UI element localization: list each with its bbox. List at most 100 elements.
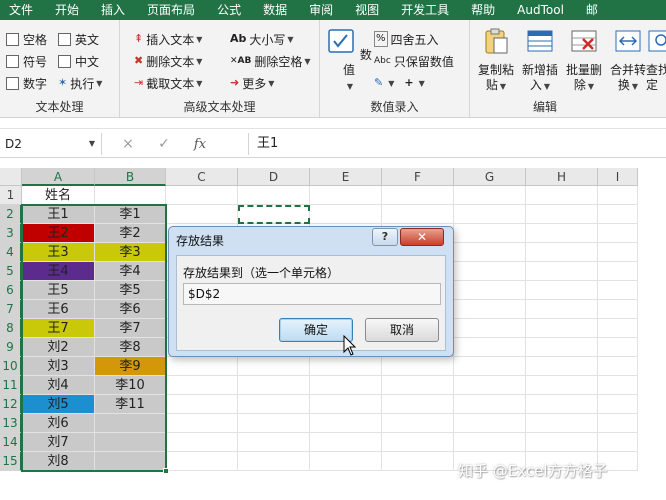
cell-i14[interactable] (598, 433, 638, 452)
tab-audtool[interactable]: AudTool (506, 0, 575, 20)
cell-f11[interactable] (382, 376, 454, 395)
cell-b4[interactable]: 李3 (95, 243, 166, 262)
cell-c2[interactable] (166, 205, 238, 224)
cell-d11[interactable] (238, 376, 310, 395)
cell-b6[interactable]: 李5 (95, 281, 166, 300)
cell-f2[interactable] (382, 205, 454, 224)
cell-d14[interactable] (238, 433, 310, 452)
cell-h13[interactable] (526, 414, 598, 433)
cell-g14[interactable] (454, 433, 526, 452)
extract-text-button[interactable]: ⇥ 截取文本 ▼ (134, 74, 202, 92)
column-header-b[interactable]: B (95, 168, 166, 186)
cell-a1[interactable]: 姓名 (22, 186, 95, 205)
cell-a8[interactable]: 王7 (22, 319, 95, 338)
cell-f15[interactable] (382, 452, 454, 471)
cell-h8[interactable] (526, 319, 598, 338)
column-header-e[interactable]: E (310, 168, 382, 186)
cell-i7[interactable] (598, 300, 638, 319)
cell-a15[interactable]: 刘8 (22, 452, 95, 471)
cell-b13[interactable] (95, 414, 166, 433)
cell-g9[interactable] (454, 338, 526, 357)
cell-c1[interactable] (166, 186, 238, 205)
merge-convert-button[interactable]: 合并转换 ▼ (608, 26, 648, 94)
column-header-d[interactable]: D (238, 168, 310, 186)
check-space[interactable]: 空格 (6, 30, 47, 48)
cell-g5[interactable] (454, 262, 526, 281)
cell-a9[interactable]: 刘2 (22, 338, 95, 357)
tab-help[interactable]: 帮助 (460, 0, 506, 20)
result-cell-input[interactable]: $D$2 (183, 283, 441, 305)
tab-data[interactable]: 数据 (252, 0, 298, 20)
cell-d10[interactable] (238, 357, 310, 376)
cell-g11[interactable] (454, 376, 526, 395)
copy-paste-button[interactable]: 复制粘贴 ▼ (476, 26, 516, 94)
cell-i1[interactable] (598, 186, 638, 205)
cell-g7[interactable] (454, 300, 526, 319)
cell-g8[interactable] (454, 319, 526, 338)
cell-a12[interactable]: 刘5 (22, 395, 95, 414)
remove-space-button[interactable]: ✕AB 删除空格 ▼ (230, 52, 311, 70)
cell-b11[interactable]: 李10 (95, 376, 166, 395)
cell-g12[interactable] (454, 395, 526, 414)
cell-h9[interactable] (526, 338, 598, 357)
cell-e2[interactable] (310, 205, 382, 224)
cell-g10[interactable] (454, 357, 526, 376)
cell-d15[interactable] (238, 452, 310, 471)
cell-f14[interactable] (382, 433, 454, 452)
cell-d12[interactable] (238, 395, 310, 414)
check-english[interactable]: 英文 (58, 30, 99, 48)
tab-page-layout[interactable]: 页面布局 (136, 0, 206, 20)
cell-b1[interactable] (95, 186, 166, 205)
cell-c11[interactable] (166, 376, 238, 395)
row-header-7[interactable]: 7 (0, 300, 22, 319)
cell-a4[interactable]: 王3 (22, 243, 95, 262)
cell-e15[interactable] (310, 452, 382, 471)
cell-e1[interactable] (310, 186, 382, 205)
value-button[interactable]: 数值 ▼ (326, 26, 372, 94)
cell-a13[interactable]: 刘6 (22, 414, 95, 433)
cell-i5[interactable] (598, 262, 638, 281)
insert-function-icon[interactable]: fx (182, 137, 218, 152)
cell-d1[interactable] (238, 186, 310, 205)
row-header-9[interactable]: 9 (0, 338, 22, 357)
tab-insert[interactable]: 插入 (90, 0, 136, 20)
cell-e11[interactable] (310, 376, 382, 395)
case-button[interactable]: Ab 大小写 ▼ (230, 30, 294, 48)
row-header-3[interactable]: 3 (0, 224, 22, 243)
cell-i3[interactable] (598, 224, 638, 243)
cell-b8[interactable]: 李7 (95, 319, 166, 338)
cell-i8[interactable] (598, 319, 638, 338)
row-header-13[interactable]: 13 (0, 414, 22, 433)
check-chinese[interactable]: 中文 (58, 52, 99, 70)
cell-b2[interactable]: 李1 (95, 205, 166, 224)
column-header-h[interactable]: H (526, 168, 598, 186)
cell-b15[interactable] (95, 452, 166, 471)
cell-c15[interactable] (166, 452, 238, 471)
cell-g6[interactable] (454, 281, 526, 300)
cell-h10[interactable] (526, 357, 598, 376)
cell-b10[interactable]: 李9 (95, 357, 166, 376)
cancel-button[interactable]: 取消 (365, 318, 439, 342)
cell-b12[interactable]: 李11 (95, 395, 166, 414)
row-header-2[interactable]: 2 (0, 205, 22, 224)
more-button[interactable]: ➜ 更多 ▼ (230, 74, 274, 92)
row-header-6[interactable]: 6 (0, 281, 22, 300)
cell-a7[interactable]: 王6 (22, 300, 95, 319)
cell-c14[interactable] (166, 433, 238, 452)
edit-tools[interactable]: ✎ ▼ + ▼ (374, 74, 425, 92)
cell-i12[interactable] (598, 395, 638, 414)
keep-value-button[interactable]: Abc 只保留数值 (374, 52, 454, 70)
cell-h7[interactable] (526, 300, 598, 319)
cell-b14[interactable] (95, 433, 166, 452)
cell-b7[interactable]: 李6 (95, 300, 166, 319)
row-header-10[interactable]: 10 (0, 357, 22, 376)
row-header-15[interactable]: 15 (0, 452, 22, 471)
select-all-corner[interactable] (0, 168, 22, 186)
cell-g1[interactable] (454, 186, 526, 205)
check-symbol[interactable]: 符号 (6, 52, 47, 70)
tab-view[interactable]: 视图 (344, 0, 390, 20)
cell-i11[interactable] (598, 376, 638, 395)
row-header-11[interactable]: 11 (0, 376, 22, 395)
cell-f1[interactable] (382, 186, 454, 205)
column-header-f[interactable]: F (382, 168, 454, 186)
